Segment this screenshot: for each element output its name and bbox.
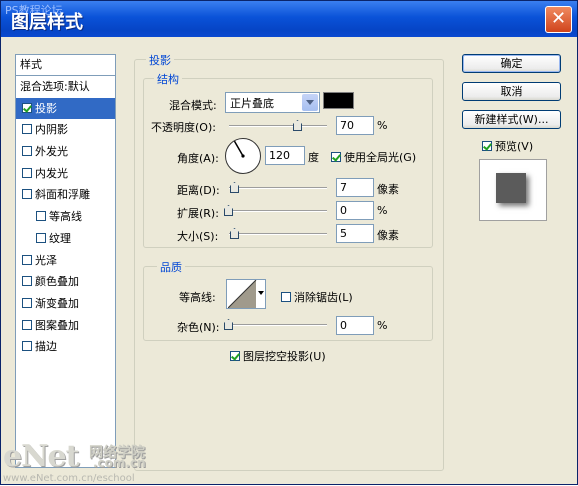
- enet-watermark: eNet 网络学院 .com.cn www.eNet.com.cn/eschoo…: [1, 439, 171, 486]
- size-label: 大小(S):: [177, 230, 219, 243]
- angle-dial[interactable]: [225, 138, 261, 174]
- knockout-checkbox[interactable]: 图层挖空投影(U): [230, 348, 326, 364]
- opacity-label: 不透明度(O):: [151, 121, 216, 134]
- checkbox-icon[interactable]: [22, 276, 32, 287]
- shadow-color-swatch[interactable]: [323, 92, 354, 109]
- style-item-label: 光泽: [35, 253, 57, 267]
- distance-input[interactable]: 7: [336, 178, 374, 197]
- structure-title: 结构: [154, 71, 182, 87]
- style-item-label: 图案叠加: [35, 318, 79, 332]
- global-light-checkbox[interactable]: 使用全局光(G): [331, 149, 416, 165]
- style-item[interactable]: 颜色叠加: [16, 271, 115, 293]
- angle-unit: 度: [308, 151, 319, 164]
- style-item-label: 内阴影: [35, 123, 68, 137]
- checkbox-icon[interactable]: [22, 254, 32, 265]
- watermark-logo: eNet: [3, 439, 79, 474]
- watermark-url: www.eNet.com.cn/eschool: [3, 473, 135, 484]
- knockout-label: 图层挖空投影(U): [243, 350, 326, 363]
- contour-dropdown-icon[interactable]: [258, 291, 264, 295]
- spread-label: 扩展(R):: [177, 207, 219, 220]
- blend-mode-select[interactable]: 正片叠底: [225, 92, 320, 113]
- layer-style-dialog: PS教程论坛 图层样式 ✕ 样式 混合选项:默认 投影内阴影外发光内发光斜面和浮…: [0, 0, 578, 485]
- style-item-label: 等高线: [49, 210, 82, 224]
- preview-checkbox[interactable]: 预览(V): [482, 138, 533, 154]
- spread-input[interactable]: 0: [336, 201, 374, 220]
- chevron-down-icon[interactable]: [302, 94, 318, 111]
- size-slider[interactable]: [229, 233, 327, 235]
- style-item[interactable]: 外发光: [16, 141, 115, 163]
- style-item[interactable]: 光泽: [16, 250, 115, 272]
- checkbox-icon[interactable]: [482, 141, 492, 151]
- blend-mode-value: 正片叠底: [230, 97, 274, 110]
- checkbox-icon[interactable]: [22, 124, 32, 135]
- opacity-slider[interactable]: [229, 125, 327, 127]
- style-item-label: 描边: [35, 340, 57, 354]
- style-item[interactable]: 渐变叠加: [16, 293, 115, 315]
- drop-shadow-title: 投影: [146, 52, 174, 68]
- size-input[interactable]: 5: [336, 224, 374, 243]
- checkbox-icon[interactable]: [22, 146, 32, 157]
- spread-slider[interactable]: [229, 210, 327, 212]
- size-unit: 像素: [377, 229, 399, 242]
- style-item[interactable]: 斜面和浮雕: [16, 184, 115, 206]
- distance-unit: 像素: [377, 183, 399, 196]
- style-item[interactable]: 图案叠加: [16, 315, 115, 337]
- style-item-label: 纹理: [49, 231, 71, 245]
- checkbox-icon[interactable]: [22, 297, 32, 308]
- checkbox-icon[interactable]: [22, 341, 32, 352]
- noise-input[interactable]: 0: [336, 316, 374, 335]
- distance-slider[interactable]: [229, 187, 327, 189]
- anti-alias-checkbox[interactable]: 消除锯齿(L): [281, 289, 353, 305]
- style-item[interactable]: 描边: [16, 336, 115, 358]
- checkbox-icon[interactable]: [36, 232, 46, 243]
- dialog-title: 图层样式: [11, 12, 83, 33]
- angle-label: 角度(A):: [177, 152, 219, 165]
- checkbox-icon[interactable]: [22, 319, 32, 330]
- checkbox-icon[interactable]: [22, 189, 32, 200]
- title-bar[interactable]: PS教程论坛 图层样式 ✕: [1, 1, 577, 37]
- styles-header[interactable]: 样式: [16, 55, 115, 76]
- style-item[interactable]: 内发光: [16, 163, 115, 185]
- styles-list: 样式 混合选项:默认 投影内阴影外发光内发光斜面和浮雕等高线纹理光泽颜色叠加渐变…: [15, 54, 116, 468]
- checkbox-icon[interactable]: [36, 211, 46, 222]
- noise-label: 杂色(N):: [177, 321, 220, 334]
- preview-label: 预览(V): [495, 140, 534, 153]
- style-item-label: 外发光: [35, 145, 68, 159]
- style-item-label: 斜面和浮雕: [35, 188, 90, 202]
- style-item-label: 渐变叠加: [35, 296, 79, 310]
- global-light-label: 使用全局光(G): [344, 151, 417, 164]
- style-item[interactable]: 投影: [16, 97, 115, 120]
- new-style-button[interactable]: 新建样式(W)...: [462, 110, 561, 129]
- style-item-label: 内发光: [35, 166, 68, 180]
- opacity-input[interactable]: 70: [336, 116, 374, 135]
- style-item[interactable]: 等高线: [16, 206, 115, 228]
- style-item-label: 颜色叠加: [35, 275, 79, 289]
- watermark-domain: .com.cn: [93, 456, 146, 470]
- opacity-unit: %: [377, 119, 388, 132]
- angle-input[interactable]: 120: [265, 146, 305, 165]
- checkbox-icon[interactable]: [331, 152, 341, 162]
- spread-unit: %: [377, 204, 388, 217]
- checkbox-icon[interactable]: [281, 292, 291, 302]
- anti-alias-label: 消除锯齿(L): [294, 291, 353, 304]
- style-item[interactable]: 内阴影: [16, 119, 115, 141]
- cancel-button[interactable]: 取消: [462, 82, 561, 101]
- checkbox-icon[interactable]: [22, 167, 32, 178]
- noise-slider[interactable]: [229, 324, 327, 326]
- quality-title: 品质: [157, 259, 185, 275]
- checkbox-icon[interactable]: [230, 351, 240, 361]
- style-item[interactable]: 纹理: [16, 228, 115, 250]
- distance-label: 距离(D):: [177, 184, 220, 197]
- blend-options-item[interactable]: 混合选项:默认: [16, 76, 115, 98]
- style-preview: [479, 159, 547, 221]
- contour-picker[interactable]: [226, 279, 266, 309]
- contour-label: 等高线:: [179, 291, 216, 304]
- noise-unit: %: [377, 319, 388, 332]
- preview-thumbnail: [496, 173, 526, 203]
- checkbox-icon[interactable]: [22, 102, 32, 113]
- ok-button[interactable]: 确定: [462, 54, 561, 73]
- close-button[interactable]: ✕: [545, 6, 572, 33]
- blend-mode-label: 混合模式:: [169, 99, 217, 112]
- style-item-label: 投影: [35, 101, 57, 115]
